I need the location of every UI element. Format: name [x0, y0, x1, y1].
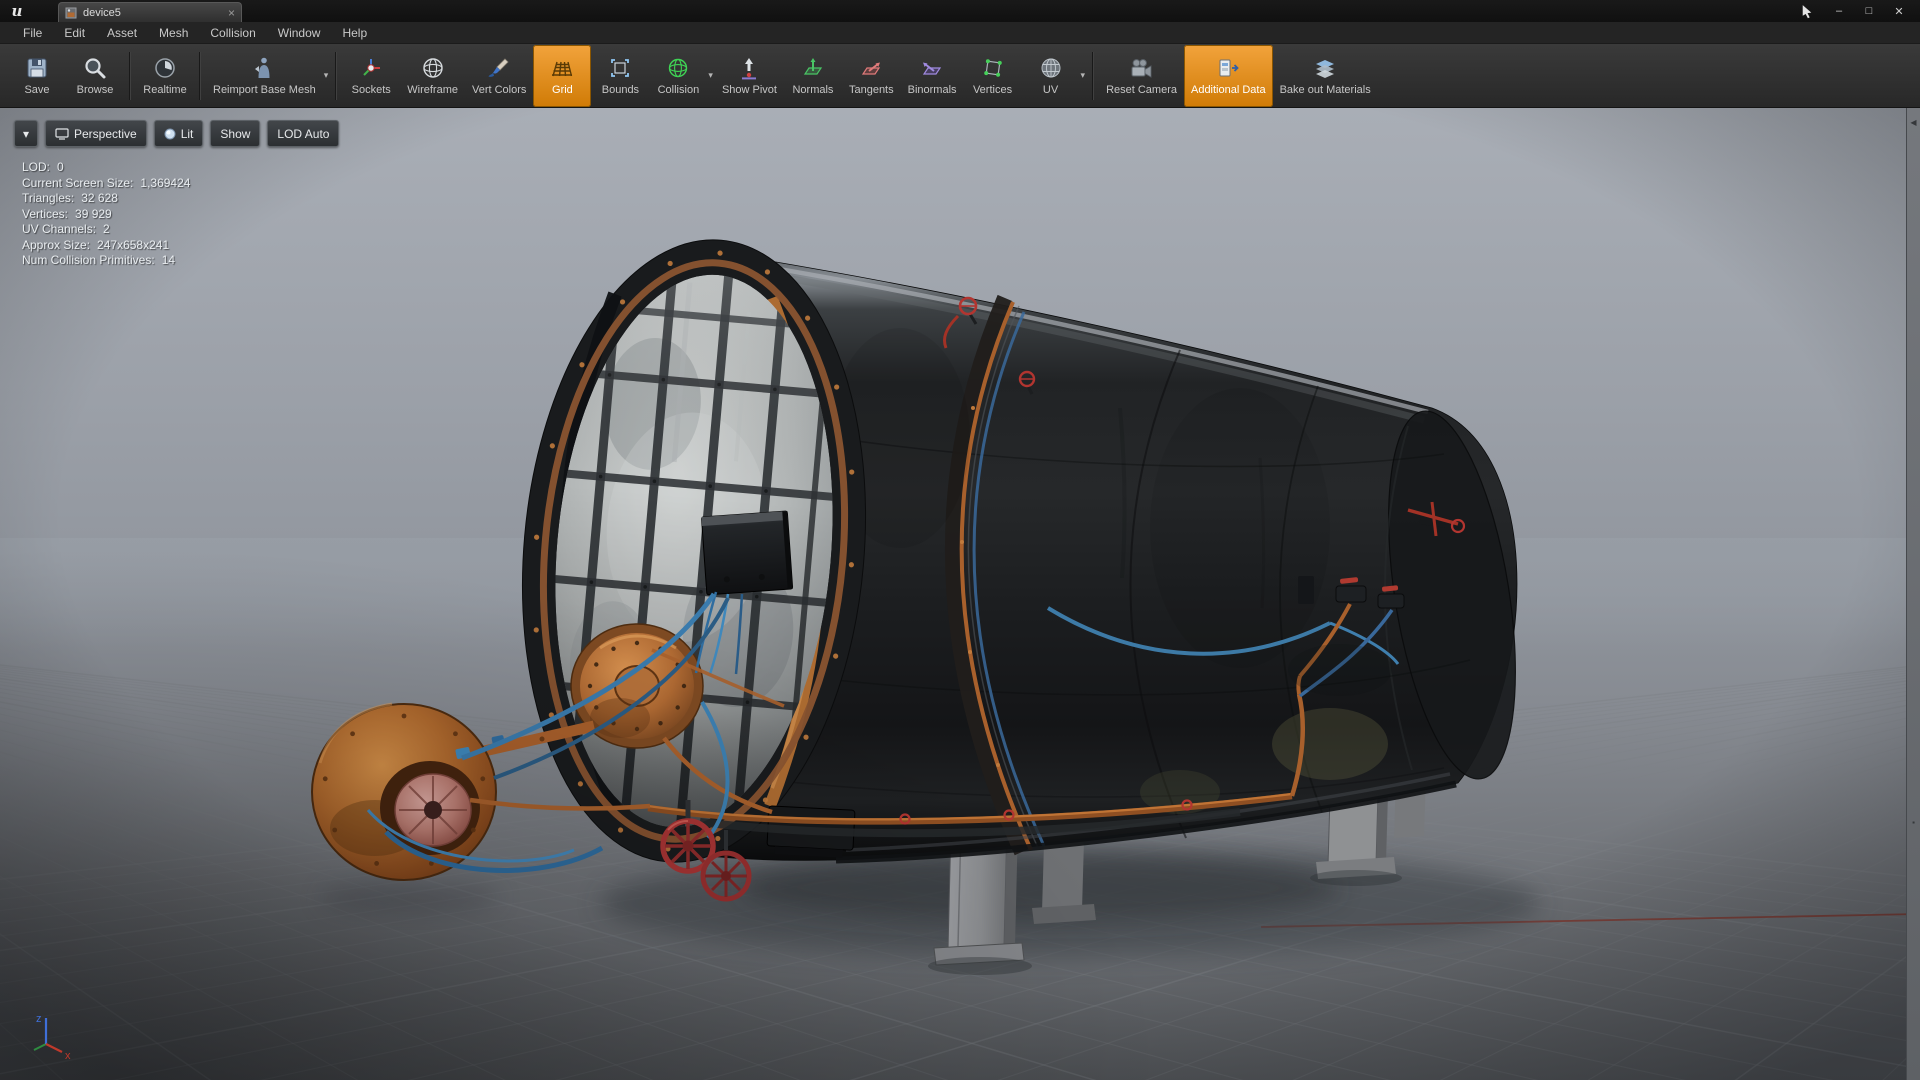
toolbar-separator — [335, 51, 338, 100]
minimize-button[interactable]: – — [1826, 2, 1852, 20]
normals-icon — [803, 58, 823, 75]
menu-window[interactable]: Window — [267, 22, 332, 43]
tab-title: device5 — [83, 6, 121, 19]
browse-icon — [85, 58, 106, 79]
viewport-options-button[interactable]: ▾ — [14, 120, 38, 147]
viewport-3d-scene[interactable] — [0, 108, 1920, 1080]
bounds-icon — [611, 59, 630, 77]
grid-icon — [552, 61, 573, 77]
menu-help[interactable]: Help — [331, 22, 378, 43]
stat-triangles: Triangles: 32 628 — [22, 191, 118, 205]
vert-colors-icon — [488, 58, 509, 77]
viewport-toolbar: ▾ Perspective Lit Show LOD Auto — [14, 120, 340, 147]
tab-device5[interactable]: device5 × — [58, 2, 242, 22]
stat-collision-primitives: Num Collision Primitives: 14 — [22, 253, 176, 267]
sockets-button[interactable]: Sockets — [342, 45, 400, 107]
uv-dropdown-icon[interactable]: ▾ — [1081, 70, 1086, 81]
show-menu-button[interactable]: Show — [210, 120, 261, 147]
tangents-icon — [862, 62, 881, 75]
show-pivot-button[interactable]: Show Pivot — [715, 45, 784, 107]
additional-data-icon — [1219, 59, 1240, 77]
reimport-dropdown-icon[interactable]: ▾ — [324, 70, 329, 81]
toolbar-separator — [1092, 51, 1095, 100]
show-pivot-icon — [742, 58, 757, 80]
axis-gizmo: z x — [33, 1013, 71, 1062]
viewport-options-caret-icon: ▾ — [22, 126, 30, 141]
bake-out-materials-button[interactable]: Bake out Materials — [1273, 45, 1378, 107]
right-panel-strip: ◀ ▪ — [1906, 108, 1920, 1080]
normals-button[interactable]: Normals — [784, 45, 842, 107]
bake-out-materials-icon — [1316, 60, 1335, 78]
unreal-logo-icon: u — [11, 2, 23, 20]
save-icon — [27, 58, 47, 78]
menu-asset[interactable]: Asset — [96, 22, 148, 43]
menu-edit[interactable]: Edit — [53, 22, 96, 43]
x-axis-line — [45, 1043, 63, 1053]
window-controls: – □ ✕ — [1800, 0, 1920, 22]
toolbar-separator — [199, 51, 201, 100]
vertices-button[interactable]: Vertices — [964, 45, 1022, 107]
uv-icon — [1041, 58, 1061, 78]
grid-button[interactable]: Grid — [533, 44, 592, 107]
panel-expand-icon[interactable]: ◀ — [1908, 116, 1919, 130]
toolbar-separator — [129, 51, 131, 100]
maximize-button[interactable]: □ — [1856, 2, 1882, 20]
reimport-base-mesh-button[interactable]: Reimport Base Mesh — [206, 45, 323, 107]
perspective-button[interactable]: Perspective — [45, 120, 147, 147]
sockets-icon — [363, 59, 381, 76]
binormals-icon — [922, 62, 942, 75]
reset-camera-button[interactable]: Reset Camera — [1099, 45, 1184, 107]
collision-button[interactable]: Collision — [649, 45, 707, 107]
tab-close-icon[interactable]: × — [228, 7, 235, 19]
static-mesh-editor-window: u device5 × – □ ✕ File Edit Asset Mesh C… — [0, 0, 1920, 1080]
binormals-button[interactable]: Binormals — [901, 45, 964, 107]
browse-button[interactable]: Browse — [66, 45, 124, 107]
additional-data-button[interactable]: Additional Data — [1183, 44, 1273, 107]
mesh-stats-overlay: LOD: 0 Current Screen Size: 1,369424 Trian… — [22, 160, 190, 269]
wireframe-button[interactable]: Wireframe — [400, 45, 465, 107]
corner-shade-overlay — [0, 108, 1920, 1080]
panel-marker-icon: ▪ — [1912, 818, 1915, 827]
menu-collision[interactable]: Collision — [199, 22, 266, 43]
realtime-button[interactable]: Realtime — [136, 45, 194, 107]
asset-tab-icon — [65, 7, 77, 18]
3d-viewport[interactable]: ▾ Perspective Lit Show LOD Auto LOD: 0 Cu… — [0, 108, 1920, 1080]
save-button[interactable]: Save — [8, 45, 66, 107]
titlebar: u device5 × – □ ✕ — [0, 0, 1920, 22]
close-button[interactable]: ✕ — [1886, 2, 1912, 20]
lit-sphere-icon — [164, 128, 176, 139]
perspective-icon — [55, 127, 69, 140]
uv-button[interactable]: UV — [1022, 45, 1080, 107]
lit-mode-button[interactable]: Lit — [153, 120, 204, 147]
vert-colors-button[interactable]: Vert Colors — [465, 45, 533, 107]
stat-screen-size: Current Screen Size: 1,369424 — [22, 175, 191, 190]
menu-file[interactable]: File — [12, 22, 53, 43]
reset-camera-icon — [1131, 59, 1151, 78]
wireframe-icon — [422, 58, 443, 78]
vertices-icon — [983, 59, 1002, 77]
lod-auto-button[interactable]: LOD Auto — [267, 120, 340, 147]
stat-uv-channels: UV Channels: 2 — [22, 222, 110, 236]
y-axis-line — [33, 1043, 47, 1051]
stat-vertices: Vertices: 39 929 — [22, 206, 112, 221]
reimport-base-mesh-icon — [255, 57, 270, 78]
realtime-icon — [155, 58, 175, 78]
bounds-button[interactable]: Bounds — [591, 45, 649, 107]
stat-lod: LOD: 0 — [22, 160, 64, 174]
main-toolbar: Save Browse Realtime Reimport Base Mesh … — [0, 44, 1920, 108]
menubar: File Edit Asset Mesh Collision Window He… — [0, 22, 1920, 44]
tangents-button[interactable]: Tangents — [842, 45, 901, 107]
menu-mesh[interactable]: Mesh — [148, 22, 199, 43]
stat-approx-size: Approx Size: 247x658x241 — [22, 237, 170, 252]
collision-dropdown-icon[interactable]: ▾ — [708, 70, 713, 81]
z-axis-label: z — [36, 1013, 42, 1025]
x-axis-label: x — [65, 1050, 71, 1062]
collision-icon — [669, 58, 688, 78]
pointer-icon — [1802, 4, 1812, 18]
